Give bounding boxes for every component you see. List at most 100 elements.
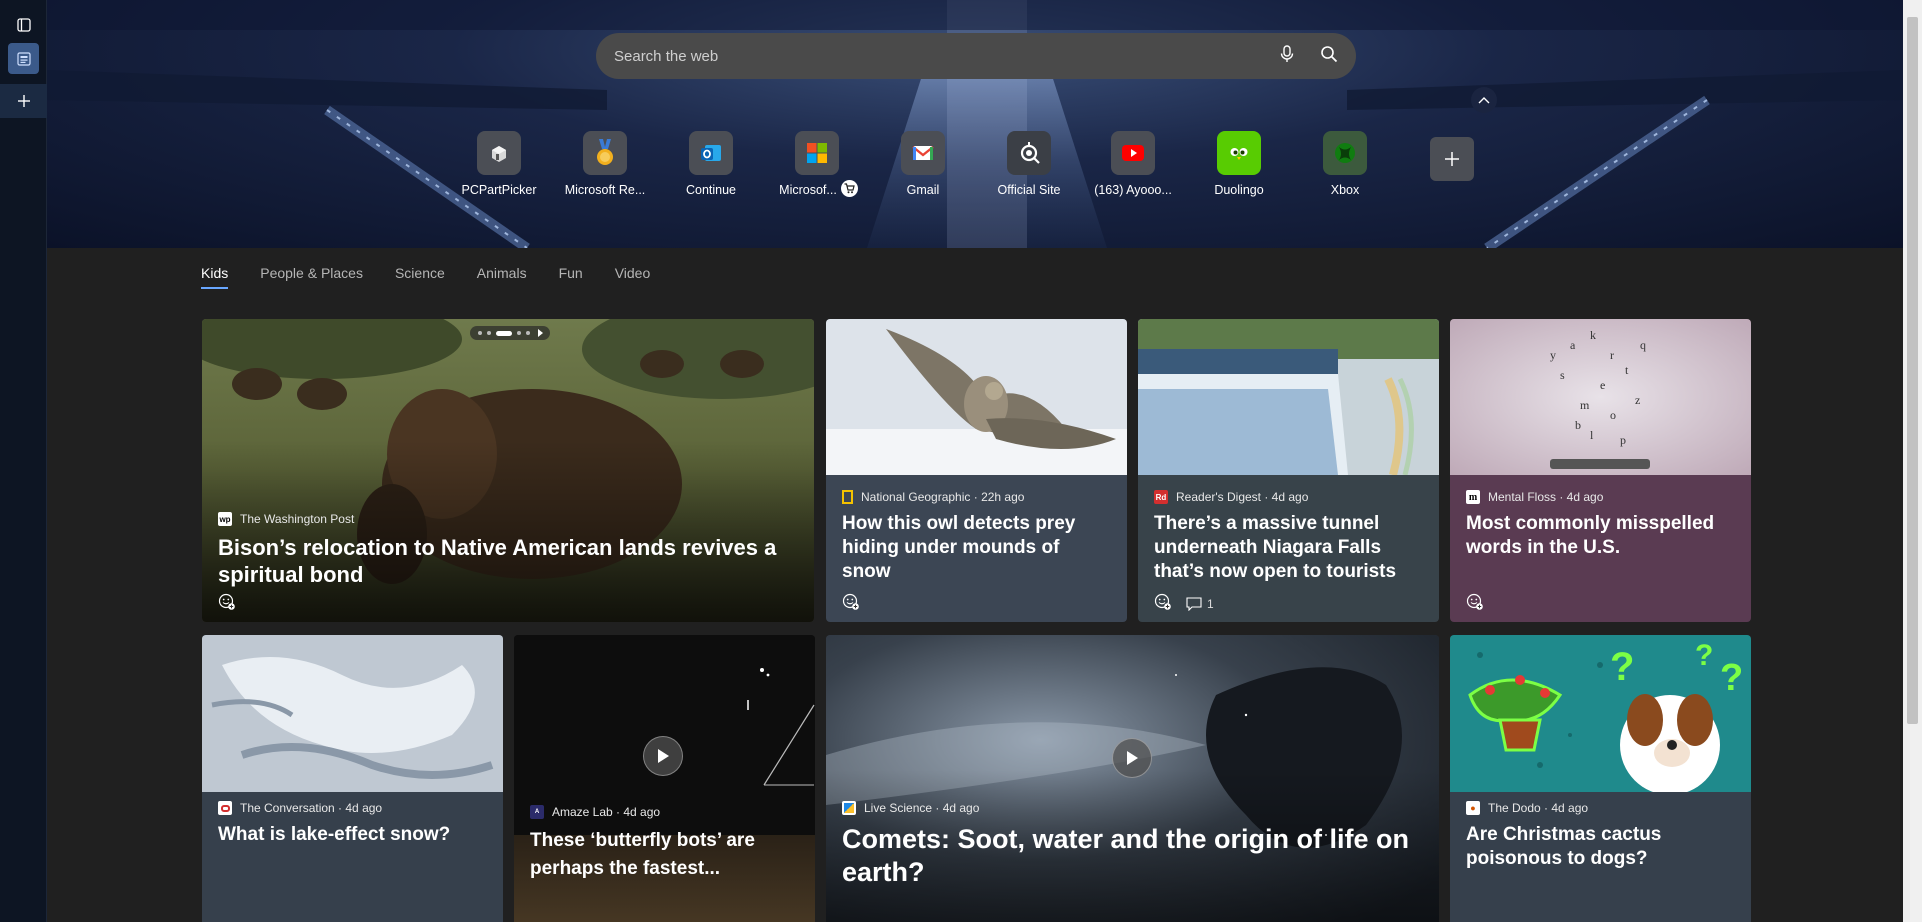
plus-icon (1445, 152, 1459, 166)
pcpartpicker-icon (477, 131, 521, 175)
quick-link-label: Microsoft Re... (564, 183, 646, 197)
card-source: Live Science · 4d ago (864, 801, 980, 815)
owl-image (826, 319, 1127, 475)
news-card-niagara[interactable]: Rd Reader's Digest · 4d ago There’s a mas… (1138, 319, 1439, 622)
card-title: Comets: Soot, water and the origin of li… (842, 824, 1410, 887)
quick-link-label: Gmail (906, 183, 940, 197)
svg-text:q: q (1640, 338, 1646, 352)
search-input[interactable]: Search the web (614, 48, 1280, 65)
svg-text:z: z (1635, 393, 1640, 407)
reaction-icon[interactable] (842, 593, 860, 614)
svg-text:b: b (1575, 418, 1581, 432)
amaze-lab-logo-icon: A (530, 805, 544, 819)
gmail-icon (901, 131, 945, 175)
quick-link-microsoft-rewards[interactable]: Microsoft Re... (553, 131, 657, 197)
news-card-butterfly-bots[interactable]: A Amaze Lab · 4d ago These ‘butterfly bot… (514, 635, 815, 922)
card-title: What is lake-effect snow? (218, 824, 451, 845)
add-shortcut-button[interactable] (1430, 137, 1474, 181)
page-scrollbar[interactable] (1903, 0, 1922, 922)
next-arrow-icon[interactable] (537, 329, 543, 337)
news-card-owl[interactable]: National Geographic · 22h ago How this o… (826, 319, 1127, 622)
svg-text:m: m (1580, 398, 1590, 412)
xbox-icon (1323, 131, 1367, 175)
quick-link-microsoft-store[interactable]: Microsof... (765, 131, 869, 197)
tab-animals[interactable]: Animals (477, 265, 527, 289)
svg-text:e: e (1600, 378, 1605, 392)
tab-video[interactable]: Video (615, 265, 651, 289)
tab-actions-icon[interactable] (8, 9, 39, 40)
carousel-indicator[interactable] (470, 326, 550, 340)
vertical-tabs-sidebar (0, 0, 47, 922)
washington-post-logo-icon: wp (218, 512, 232, 526)
card-title: These ‘butterfly bots’ are perhaps the f… (530, 830, 755, 879)
news-card-bison[interactable]: wp The Washington Post Bison’s relocation… (202, 319, 814, 622)
quick-link-xbox[interactable]: Xbox (1293, 131, 1397, 197)
reaction-icon[interactable] (1466, 593, 1484, 614)
new-tab-plus-icon[interactable] (8, 85, 39, 116)
card-title: How this owl detects prey hiding under m… (842, 513, 1076, 582)
news-card-christmas-cactus[interactable]: ? ? ? ● The Dodo · 4d ago Are Christmas c… (1450, 635, 1751, 922)
svg-text:o: o (1610, 408, 1616, 422)
dog-and-cactus-image: ? ? ? (1450, 635, 1751, 792)
quick-link-label: PCPartPicker (461, 183, 537, 197)
live-science-logo-icon (842, 801, 856, 815)
steelseries-icon (1007, 131, 1051, 175)
news-card-comets[interactable]: Live Science · 4d ago Comets: Soot, wate… (826, 635, 1439, 922)
card-title: There’s a massive tunnel underneath Niag… (1154, 513, 1397, 582)
flying-letters-image: akrs etmo l pbz yq (1450, 319, 1751, 475)
search-box[interactable]: Search the web (596, 33, 1356, 79)
card-source: Mental Floss · 4d ago (1488, 490, 1604, 504)
microsoft-store-icon (795, 131, 839, 175)
quick-link-official-site[interactable]: Official Site (977, 131, 1081, 197)
svg-text:r: r (1610, 348, 1614, 362)
tab-science[interactable]: Science (395, 265, 445, 289)
readers-digest-logo-icon: Rd (1154, 490, 1168, 504)
quick-link-label: Duolingo (1214, 183, 1264, 197)
quick-link-gmail[interactable]: Gmail (871, 131, 975, 197)
svg-text:?: ? (1695, 639, 1713, 672)
card-source: The Washington Post (240, 512, 355, 526)
mental-floss-logo-icon: m (1466, 490, 1480, 504)
microphone-icon[interactable] (1280, 44, 1294, 68)
collapse-quick-links-button[interactable] (1471, 87, 1497, 113)
the-dodo-logo-icon: ● (1466, 801, 1480, 815)
quick-link-pcpartpicker[interactable]: PCPartPicker (447, 131, 551, 197)
shopping-cart-icon (841, 180, 858, 197)
scrollbar-thumb[interactable] (1907, 17, 1918, 724)
card-title: Bison’s relocation to Native American la… (218, 535, 777, 587)
news-card-misspelled[interactable]: akrs etmo lpbz yq m Mental Floss · 4d ago… (1450, 319, 1751, 622)
tab-people-places[interactable]: People & Places (260, 265, 363, 289)
quick-link-continue[interactable]: Continue (659, 131, 763, 197)
card-source: The Conversation · 4d ago (240, 801, 383, 815)
comments-button[interactable]: 1 (1186, 597, 1214, 611)
svg-text:p: p (1620, 433, 1626, 447)
tab-kids[interactable]: Kids (201, 265, 229, 289)
quick-link-duolingo[interactable]: Duolingo (1187, 131, 1291, 197)
card-title: Most commonly misspelled words in the U.… (1466, 513, 1715, 558)
news-card-lake-effect-snow[interactable]: The Conversation · 4d ago What is lake-e… (202, 635, 503, 922)
play-icon (658, 749, 669, 763)
feed-tabs: Kids People & Places Science Animals Fun… (201, 265, 650, 289)
play-icon (1127, 751, 1138, 765)
card-title: Are Christmas cactus poisonous to dogs? (1466, 824, 1662, 869)
svg-text:?: ? (1610, 645, 1634, 689)
microsoft-rewards-icon (583, 131, 627, 175)
active-tab-icon[interactable] (8, 43, 39, 74)
niagara-falls-image (1138, 319, 1439, 475)
reaction-icon[interactable] (218, 593, 236, 614)
new-tab-page: Search the web PCPartPicker Microsoft Re… (47, 0, 1903, 922)
svg-text:a: a (1570, 338, 1576, 352)
tab-fun[interactable]: Fun (559, 265, 583, 289)
card-source: Reader's Digest · 4d ago (1176, 490, 1309, 504)
chevron-up-icon (1478, 97, 1490, 104)
play-video-button[interactable] (1112, 738, 1152, 778)
card-source: The Dodo · 4d ago (1488, 801, 1589, 815)
quick-link-youtube[interactable]: (163) Ayooo... (1081, 131, 1185, 197)
play-video-button[interactable] (643, 736, 683, 776)
satellite-snow-image (202, 635, 503, 792)
search-icon[interactable] (1320, 45, 1338, 68)
svg-text:?: ? (1720, 657, 1743, 699)
reaction-icon[interactable] (1154, 593, 1172, 614)
quick-link-label: Continue (685, 183, 737, 197)
outlook-icon (689, 131, 733, 175)
